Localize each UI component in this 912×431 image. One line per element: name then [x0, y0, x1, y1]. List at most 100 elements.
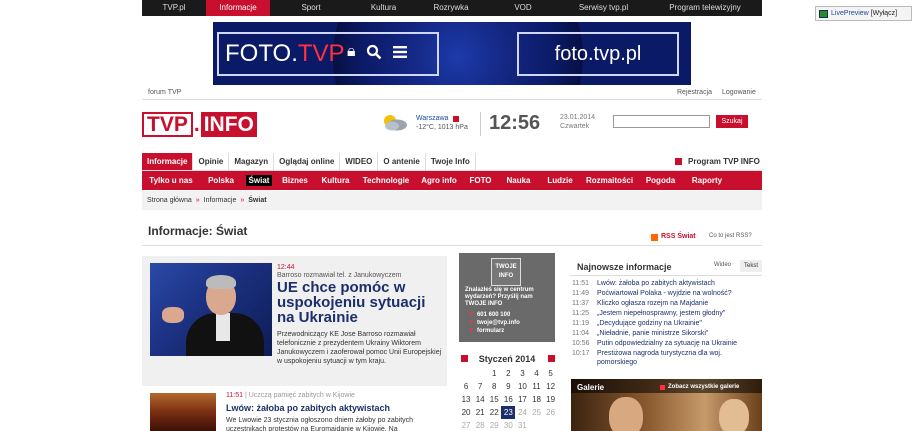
topnav-program[interactable]: Program telewizyjny [648, 0, 762, 16]
search-input[interactable] [613, 115, 710, 128]
search-button[interactable]: Szukaj [716, 115, 748, 128]
register-link[interactable]: Rejestracja [677, 89, 712, 96]
calendar-day[interactable]: 10 [515, 380, 529, 393]
login-link[interactable]: Logowanie [722, 89, 756, 96]
sectnav-twoje-info[interactable]: Twoje Info [426, 153, 476, 170]
program-tvp-info-link[interactable]: Program TVP INFO [675, 157, 760, 166]
livepreview-disable[interactable]: [Wyłącz] [871, 10, 897, 17]
rss-help-link[interactable]: Co to jest RSS? [709, 233, 752, 239]
newest-item[interactable]: 11:37 Kliczko ogłasza rozejm na Majdanie [571, 299, 762, 308]
article-image[interactable] [150, 393, 216, 431]
calendar-day[interactable]: 31 [515, 419, 529, 431]
newest-item[interactable]: 10:17 Prestiżowa nagroda turystyczna dla … [571, 349, 762, 367]
subnav-ludzie[interactable]: Ludzie [539, 171, 581, 190]
gallery-all-link[interactable]: Zobacz wszystkie galerie [660, 384, 739, 390]
calendar-day[interactable]: 8 [487, 380, 501, 393]
newest-item[interactable]: 10:56 Putin odpowiedzialny za sytuację na… [571, 339, 762, 348]
topnav-sport[interactable]: Sport [270, 0, 352, 16]
article-headline[interactable]: Lwów: żałoba po zabitych aktywistach [226, 403, 390, 413]
newest-item[interactable]: 11:49 Poćwiartował Polaka - wyjdzie na wo… [571, 289, 762, 298]
subnav-swiat[interactable]: Świat [242, 171, 276, 190]
subnav-pogoda[interactable]: Pogoda [638, 171, 683, 190]
calendar-day[interactable]: 20 [459, 406, 473, 419]
subnav-technologie[interactable]: Technologie [357, 171, 415, 190]
newest-item-text: Prestiżowa nagroda turystyczna dla woj. … [597, 350, 722, 366]
topnav-tvp-pl[interactable]: TVP.pl [142, 0, 206, 16]
topnav-rozrywka[interactable]: Rozrywka [415, 0, 487, 16]
featured-article-image[interactable] [150, 263, 272, 356]
calendar-day[interactable]: 29 [487, 419, 501, 431]
topnav-vod[interactable]: VOD [487, 0, 559, 16]
calendar-day[interactable]: 12 [544, 380, 558, 393]
calendar-day[interactable]: 18 [529, 393, 543, 406]
newest-item[interactable]: 11:04 „Nieładnie, panie ministrze Sikorsk… [571, 329, 762, 338]
topnav-serwisy[interactable]: Serwisy tvp.pl [559, 0, 648, 16]
calendar-prev-icon[interactable] [461, 355, 468, 362]
livepreview-widget[interactable]: LivePreview [Wyłącz] [815, 6, 912, 21]
calendar-day[interactable]: 22 [487, 406, 501, 419]
rss-link[interactable]: RSS Świat [651, 233, 696, 241]
calendar-day[interactable]: 7 [473, 380, 487, 393]
subnav-rozmaitosci[interactable]: Rozmaitości [581, 171, 638, 190]
calendar-day[interactable]: 4 [529, 367, 543, 380]
calendar-day[interactable]: 19 [544, 393, 558, 406]
calendar-day[interactable]: 25 [529, 406, 543, 419]
weather-arrow-icon[interactable] [453, 116, 459, 122]
weather-city[interactable]: Warszawa [416, 115, 448, 122]
subnav-nauka[interactable]: Nauka [498, 171, 539, 190]
newest-item[interactable]: 11:51 Lwów: żałoba po zabitych aktywistac… [571, 279, 762, 288]
figure-hair [206, 275, 236, 289]
sectnav-opinie[interactable]: Opinie [193, 153, 230, 170]
calendar-day[interactable]: 3 [515, 367, 529, 380]
calendar-day[interactable]: 1 [487, 367, 501, 380]
featured-article-headline[interactable]: UE chce pomóc w uspokojeniu sytuacji na … [277, 280, 443, 325]
subnav-polska[interactable]: Polska [200, 171, 242, 190]
calendar-day[interactable]: 30 [501, 419, 515, 431]
calendar-day[interactable]: 9 [501, 380, 515, 393]
calendar-day[interactable]: 11 [529, 380, 543, 393]
twoje-info-form[interactable]: ▼ formularz [468, 327, 520, 335]
calendar-day[interactable]: 23 [501, 406, 516, 419]
calendar-day[interactable]: 5 [544, 367, 558, 380]
forum-link[interactable]: forum TVP [148, 89, 181, 96]
calendar-next-icon[interactable] [548, 355, 555, 362]
subnav-raporty[interactable]: Raporty [683, 171, 731, 190]
subnav-foto[interactable]: FOTO [463, 171, 498, 190]
calendar-day[interactable]: 17 [515, 393, 529, 406]
breadcrumb-home[interactable]: Strona główna [147, 197, 192, 204]
foto-tvp-banner[interactable]: FOTO.TVP 🔒︎ foto.tvp.pl [213, 22, 691, 85]
arrow-down-icon: ▼ [468, 320, 474, 326]
calendar-day[interactable]: 13 [459, 393, 473, 406]
banner-foto-tvp-url: foto.tvp.pl [517, 32, 679, 76]
calendar-day[interactable]: 2 [501, 367, 515, 380]
sectnav-o-antenie[interactable]: O antenie [378, 153, 426, 170]
sectnav-wideo[interactable]: WIDEO [340, 153, 379, 170]
subnav-kultura[interactable]: Kultura [314, 171, 357, 190]
newest-tab-video[interactable]: Wideo [714, 262, 731, 268]
newest-item[interactable]: 11:19 „Decydujące godziny na Ukrainie" [571, 319, 762, 328]
newest-tab-text[interactable]: Tekst [740, 260, 762, 272]
calendar-day[interactable]: 24 [515, 406, 529, 419]
calendar-day[interactable]: 6 [459, 380, 473, 393]
calendar-day[interactable]: 15 [487, 393, 501, 406]
calendar-day[interactable]: 16 [501, 393, 515, 406]
calendar-day[interactable]: 28 [473, 419, 487, 431]
topnav-kultura[interactable]: Kultura [352, 0, 415, 16]
sectnav-informacje[interactable]: Informacje [142, 153, 194, 170]
twoje-info-email[interactable]: ▼ twoje@tvp.info [468, 319, 520, 327]
newest-item[interactable]: 11:25 „Jestem niepełnosprawny, jestem gło… [571, 309, 762, 318]
subnav-biznes[interactable]: Biznes [276, 171, 314, 190]
tvp-info-logo[interactable]: TVP . INFO [142, 112, 257, 137]
calendar-day[interactable]: 26 [544, 406, 558, 419]
banner-icons: 🔒︎ [347, 32, 408, 72]
calendar-day[interactable]: 27 [459, 419, 473, 431]
calendar-day[interactable]: 14 [473, 393, 487, 406]
twoje-info-phone[interactable]: ▼ 601 600 100 [468, 311, 520, 319]
calendar-day[interactable]: 21 [473, 406, 487, 419]
subnav-tylko-u-nas[interactable]: Tylko u nas [142, 171, 200, 190]
sectnav-ogladaj-online[interactable]: Oglądaj online [274, 153, 341, 170]
sectnav-magazyn[interactable]: Magazyn [229, 153, 275, 170]
topnav-informacje[interactable]: Informacje [206, 0, 270, 16]
breadcrumb-section[interactable]: Informacje [204, 197, 237, 204]
subnav-agro-info[interactable]: Agro info [415, 171, 463, 190]
